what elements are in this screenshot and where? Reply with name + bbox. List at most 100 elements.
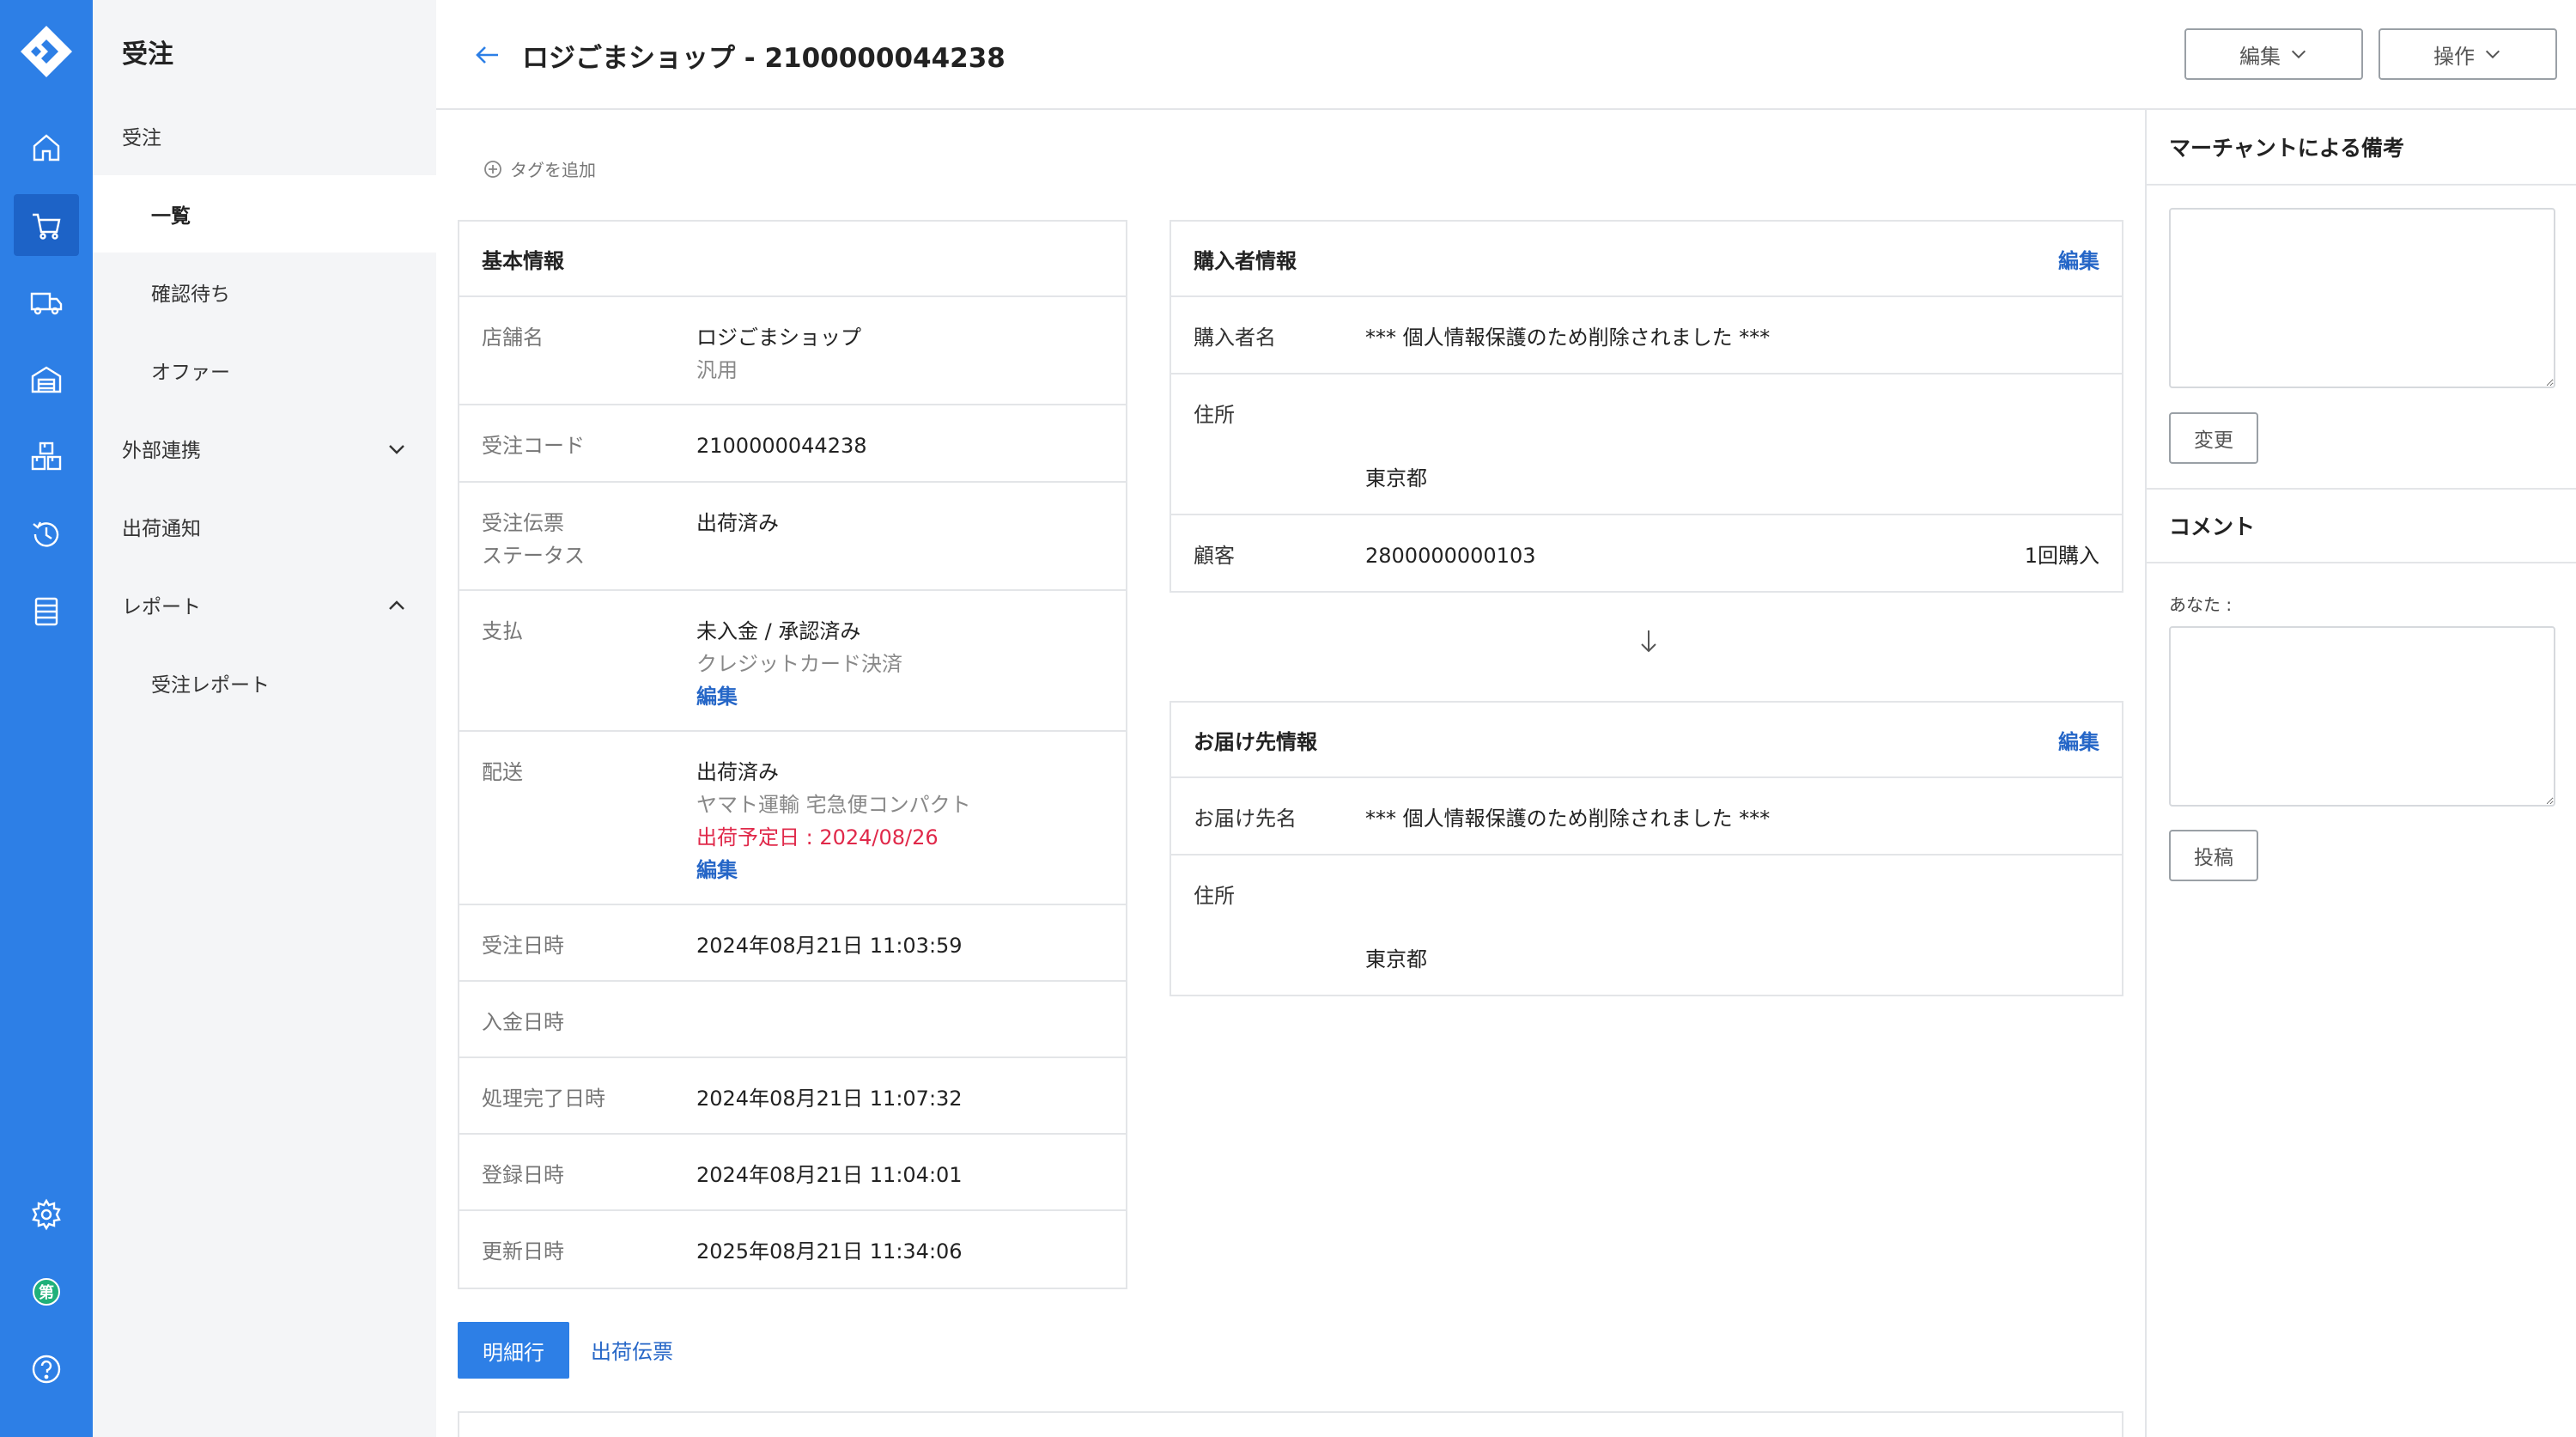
right-panel: マーチャントによる備考 変更 コメント あなた : 投稿 (2145, 110, 2576, 1437)
page-title: ロジごまショップ - 2100000044238 (522, 43, 1005, 74)
delivery-edit-link[interactable]: 編集 (2058, 725, 2099, 755)
truck-icon[interactable] (14, 271, 79, 333)
chevron-down-icon (2291, 50, 2306, 59)
registered-date-row: 登録日時 2024年08月21日 11:04:01 (459, 1135, 1126, 1211)
boxes-icon[interactable] (14, 426, 79, 488)
status-label-line-1: 受注伝票 (482, 511, 564, 535)
delivery-info-card: お届け先情報 編集 お届け先名 *** 個人情報保護のため削除されました ***… (1170, 701, 2123, 996)
comment-title: コメント (2147, 488, 2576, 563)
shipping-carrier: ヤマト運輸 宅急便コンパクト (696, 793, 971, 817)
shipping-date: 出荷予定日 : 2024/08/26 (696, 825, 939, 849)
buyer-name-value: *** 個人情報保護のため削除されました *** (1365, 326, 1771, 350)
field-label: 顧客 (1194, 544, 1235, 568)
field-label: 処理完了日時 (482, 1087, 605, 1111)
purchase-count: 1回購入 (2024, 544, 2099, 568)
buyer-info-card: 購入者情報 編集 購入者名 *** 個人情報保護のため削除されました *** 住… (1170, 220, 2123, 593)
chevron-down-icon (2485, 50, 2500, 59)
chevron-up-icon (389, 600, 404, 610)
field-value: 出荷済み ヤマト運輸 宅急便コンパクト 出荷予定日 : 2024/08/26 編… (696, 756, 971, 886)
sidebar-title: 受注 (122, 40, 173, 70)
field-label: 購入者名 (1194, 326, 1276, 350)
page-header: ロジごまショップ - 2100000044238 編集 操作 (436, 0, 2576, 110)
buyer-address-value: 東京都 (1365, 466, 1427, 490)
home-icon[interactable] (14, 117, 79, 179)
help-icon[interactable] (14, 1338, 79, 1400)
history-icon[interactable] (14, 503, 79, 565)
app-rail: 第 (0, 0, 93, 1437)
card-title: 基本情報 (482, 248, 564, 273)
chevron-down-icon (389, 445, 404, 454)
sidebar: 受注 受注 一覧 確認待ち オファー 外部連携 出荷通知 レポート 受注レポート (93, 0, 436, 1437)
card-header: お届け先情報 編集 (1171, 703, 2122, 778)
arrow-down-icon (1641, 630, 1656, 653)
paid-date-row: 入金日時 (459, 982, 1126, 1058)
change-button[interactable]: 変更 (2169, 412, 2258, 464)
field-label: 支払 (482, 619, 523, 643)
warehouse-icon[interactable] (14, 349, 79, 411)
gear-icon[interactable] (14, 1184, 79, 1245)
shipping-edit-link[interactable]: 編集 (696, 854, 971, 886)
comment-you-label: あなた : (2169, 594, 2233, 615)
buyer-edit-link[interactable]: 編集 (2058, 244, 2099, 274)
store-name: ロジごまショップ (696, 326, 861, 350)
card-title: お届け先情報 (1194, 729, 1317, 754)
card-header: 基本情報 (459, 222, 1126, 297)
document-list-icon[interactable] (14, 581, 79, 642)
sidebar-item-shipping-notice[interactable]: 出荷通知 (93, 488, 436, 565)
sidebar-item-pending[interactable]: 確認待ち (93, 253, 436, 331)
basic-info-card: 基本情報 店舗名 ロジごまショップ 汎用 受注コード 2100000044238… (458, 220, 1127, 1289)
field-label: 受注日時 (482, 934, 564, 958)
card-title: 購入者情報 (1194, 248, 1297, 273)
field-label: 更新日時 (482, 1239, 564, 1263)
comment-textarea[interactable] (2169, 626, 2555, 807)
shipping-status: 出荷済み (696, 760, 779, 784)
field-value: 未入金 / 承認済み クレジットカード決済 編集 (696, 615, 902, 713)
order-code-row: 受注コード 2100000044238 (459, 405, 1126, 483)
field-label: お届け先名 (1194, 807, 1297, 831)
buyer-address-row: 住所 東京都 (1171, 374, 2122, 515)
sidebar-item-offer[interactable]: オファー (93, 332, 436, 409)
edit-menu-button[interactable]: 編集 (2184, 28, 2363, 80)
app-logo[interactable] (17, 22, 76, 81)
done-date-row: 処理完了日時 2024年08月21日 11:07:32 (459, 1058, 1126, 1135)
done-date-value: 2024年08月21日 11:07:32 (696, 1087, 963, 1111)
customer-code-link[interactable]: 2800000000103 (1365, 539, 1536, 572)
sidebar-item-label: レポート (122, 596, 201, 618)
store-type: 汎用 (696, 358, 738, 382)
delivery-name-row: お届け先名 *** 個人情報保護のため削除されました *** (1171, 778, 2122, 856)
status-label-line-2: ステータス (482, 544, 585, 568)
buyer-name-row: 購入者名 *** 個人情報保護のため削除されました *** (1171, 297, 2122, 374)
back-arrow-icon[interactable] (471, 38, 505, 72)
sidebar-item-list[interactable]: 一覧 (93, 175, 436, 253)
updated-date-row: 更新日時 2025年08月21日 11:34:06 (459, 1211, 1126, 1288)
field-label: 受注コード (482, 434, 585, 458)
shipping-row: 配送 出荷済み ヤマト運輸 宅急便コンパクト 出荷予定日 : 2024/08/2… (459, 732, 1126, 905)
cart-icon[interactable] (14, 194, 79, 256)
updated-date-value: 2025年08月21日 11:34:06 (696, 1239, 963, 1263)
registered-date-value: 2024年08月21日 11:04:01 (696, 1163, 963, 1187)
merchant-notes-title: マーチャントによる備考 (2147, 110, 2576, 186)
plus-circle-icon (484, 160, 501, 178)
tab-shipping-slip[interactable]: 出荷伝票 (591, 1335, 673, 1365)
line-items-card (458, 1411, 2123, 1437)
delivery-address-value: 東京都 (1365, 947, 1427, 971)
operations-menu-button[interactable]: 操作 (2379, 28, 2557, 80)
delivery-name-value: *** 個人情報保護のため削除されました *** (1365, 807, 1771, 831)
merchant-notes-textarea[interactable] (2169, 208, 2555, 388)
sidebar-item-orders-group[interactable]: 受注 (93, 97, 436, 174)
sidebar-item-report[interactable]: レポート (93, 566, 436, 643)
post-button[interactable]: 投稿 (2169, 830, 2258, 881)
sidebar-item-integration[interactable]: 外部連携 (93, 410, 436, 487)
tab-line-items[interactable]: 明細行 (458, 1322, 569, 1379)
payment-edit-link[interactable]: 編集 (696, 680, 902, 713)
field-label: 住所 (1194, 884, 1235, 908)
operations-menu-label: 操作 (2433, 44, 2475, 69)
card-header: 購入者情報 編集 (1171, 222, 2122, 297)
add-tag-link[interactable]: タグを追加 (483, 156, 596, 181)
sidebar-item-order-report[interactable]: 受注レポート (93, 644, 436, 722)
status-value: 出荷済み (696, 511, 779, 535)
user-avatar[interactable]: 第 (14, 1261, 79, 1323)
status-row: 受注伝票 ステータス 出荷済み (459, 483, 1126, 591)
delivery-address-row: 住所 東京都 (1171, 856, 2122, 995)
payment-status: 未入金 / 承認済み (696, 619, 861, 643)
